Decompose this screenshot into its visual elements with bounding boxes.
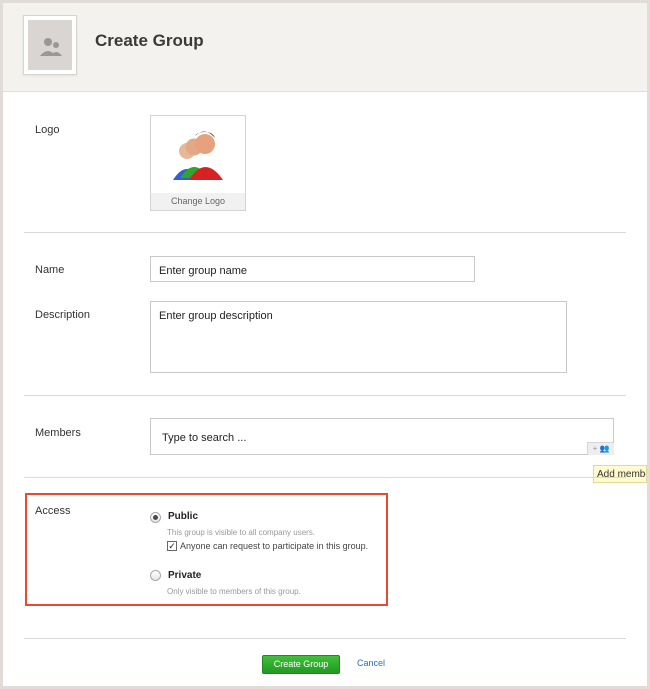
change-logo-button[interactable]: Change Logo (151, 193, 245, 210)
group-people-icon (173, 131, 223, 180)
private-radio[interactable] (150, 570, 161, 581)
private-hint: Only visible to members of this group. (167, 587, 301, 596)
public-radio[interactable] (150, 512, 161, 523)
cancel-link[interactable]: Cancel (357, 658, 385, 668)
request-participation-checkbox[interactable]: ✓ (167, 541, 177, 551)
description-label: Description (35, 309, 91, 321)
private-radio-label[interactable]: Private (168, 570, 201, 581)
members-search-input[interactable]: Type to search ... (150, 418, 614, 455)
divider (24, 232, 626, 233)
public-hint: This group is visible to all company use… (167, 528, 316, 537)
name-label: Name (35, 264, 65, 276)
request-participation-label[interactable]: Anyone can request to participate in thi… (180, 541, 368, 551)
page-title: Create Group (95, 31, 204, 50)
group-name-input[interactable]: Enter group name (150, 256, 475, 282)
add-member-tooltip: Add member (593, 465, 647, 483)
group-avatar (23, 15, 77, 75)
logo-label: Logo (35, 124, 60, 136)
access-label: Access (35, 505, 71, 517)
divider (24, 395, 626, 396)
members-label: Members (35, 427, 81, 439)
add-member-button[interactable]: + 👥 (587, 442, 614, 455)
add-people-icon: + 👥 (592, 444, 610, 453)
public-radio-label[interactable]: Public (168, 511, 198, 522)
divider (24, 477, 626, 478)
divider (24, 638, 626, 639)
page-header: Create Group (3, 3, 647, 92)
create-group-button[interactable]: Create Group (262, 655, 340, 674)
logo-picker[interactable]: Change Logo (150, 115, 246, 211)
group-placeholder-icon (40, 38, 62, 56)
group-description-textarea[interactable]: Enter group description (150, 301, 567, 373)
